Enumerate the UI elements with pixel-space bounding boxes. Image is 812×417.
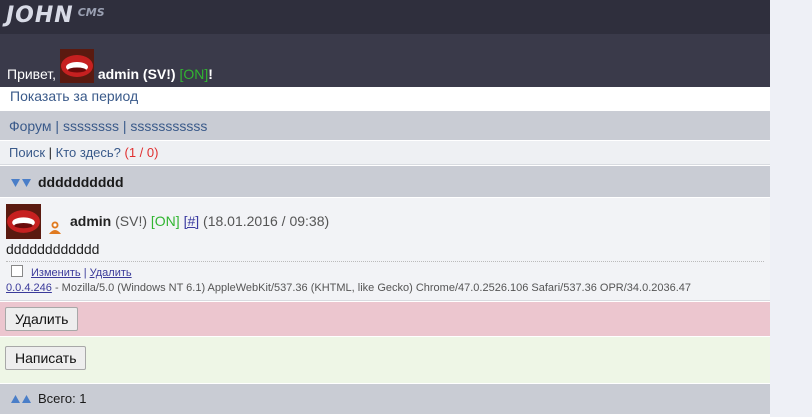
post-tools-separator: | <box>83 267 87 279</box>
post-ip-link[interactable]: 0.0.4.246 <box>6 282 52 294</box>
greeting-user: admin (SV!) <box>97 66 176 82</box>
double-arrow-up-icon <box>10 393 32 408</box>
page-background <box>770 0 812 417</box>
forum-post: admin (SV!) [ON] [#] (18.01.2016 / 09:38… <box>0 198 770 301</box>
post-divider <box>6 261 764 262</box>
breadcrumb-separator: | <box>122 118 127 134</box>
forum-nav: Поиск | Кто здесь? (1 / 0) <box>0 141 770 165</box>
breadcrumb-separator: | <box>55 118 60 134</box>
logo-bar: JOHN CMS <box>0 0 770 34</box>
site-logo[interactable]: JOHN CMS <box>6 3 105 28</box>
breadcrumb-section[interactable]: ssssssss <box>63 118 119 134</box>
breadcrumb-forum[interactable]: Форум <box>9 118 52 134</box>
write-bar: Написать <box>0 337 770 383</box>
topic-header: dddddddddd <box>0 166 770 197</box>
breadcrumb-subsection[interactable]: sssssssssss <box>130 118 207 134</box>
post-author-rank: (SV!) <box>115 213 148 229</box>
delete-bar: Удалить <box>0 302 770 336</box>
topic-title: dddddddddd <box>38 174 124 190</box>
post-author[interactable]: admin <box>70 213 111 229</box>
post-meta: admin (SV!) [ON] [#] (18.01.2016 / 09:38… <box>70 213 329 229</box>
who-here-count: (1 / 0) <box>124 145 159 160</box>
post-edit-link[interactable]: Изменить <box>31 267 81 279</box>
post-user-agent-line: 0.0.4.246 - Mozilla/5.0 (Windows NT 6.1)… <box>6 282 691 294</box>
greeting: Привет, admin (SV!) [ON]! <box>7 49 213 83</box>
logo-main: JOHN <box>6 3 74 28</box>
post-author-status: [ON] <box>150 213 180 229</box>
user-online-icon <box>48 220 62 237</box>
post-anchor-link[interactable]: [#] <box>184 213 200 229</box>
period-row: Показать за период <box>0 87 770 109</box>
greeting-text: Привет, <box>7 66 57 82</box>
show-period-link[interactable]: Показать за период <box>10 88 138 104</box>
post-date: (18.01.2016 / 09:38) <box>203 213 330 229</box>
avatar <box>6 204 41 242</box>
greeting-status: [ON] <box>179 66 209 82</box>
avatar <box>59 49 94 83</box>
double-arrow-down-icon <box>10 176 32 192</box>
forum-page: JOHN CMS Привет, admin (SV!) [ON]! Показа… <box>0 0 770 417</box>
greeting-exclamation: ! <box>208 66 213 82</box>
site-header: JOHN CMS Привет, admin (SV!) [ON]! <box>0 0 770 87</box>
total-bar: Всего: 1 <box>0 384 770 414</box>
post-user-agent: - Mozilla/5.0 (Windows NT 6.1) AppleWebK… <box>54 282 692 294</box>
post-text: dddddddddddd <box>6 241 100 257</box>
search-link[interactable]: Поиск <box>9 145 45 160</box>
post-delete-link[interactable]: Удалить <box>90 267 132 279</box>
logo-sub: CMS <box>77 6 105 19</box>
nav-separator: | <box>48 145 53 160</box>
total-count: Всего: 1 <box>38 391 87 406</box>
delete-button[interactable]: Удалить <box>5 307 79 331</box>
post-select-checkbox[interactable] <box>11 265 23 277</box>
write-button[interactable]: Написать <box>5 346 87 370</box>
who-here-link[interactable]: Кто здесь? <box>56 145 121 160</box>
breadcrumb: Форум | ssssssss | sssssssssss <box>0 111 770 140</box>
post-tools: Изменить | Удалить <box>6 265 132 279</box>
